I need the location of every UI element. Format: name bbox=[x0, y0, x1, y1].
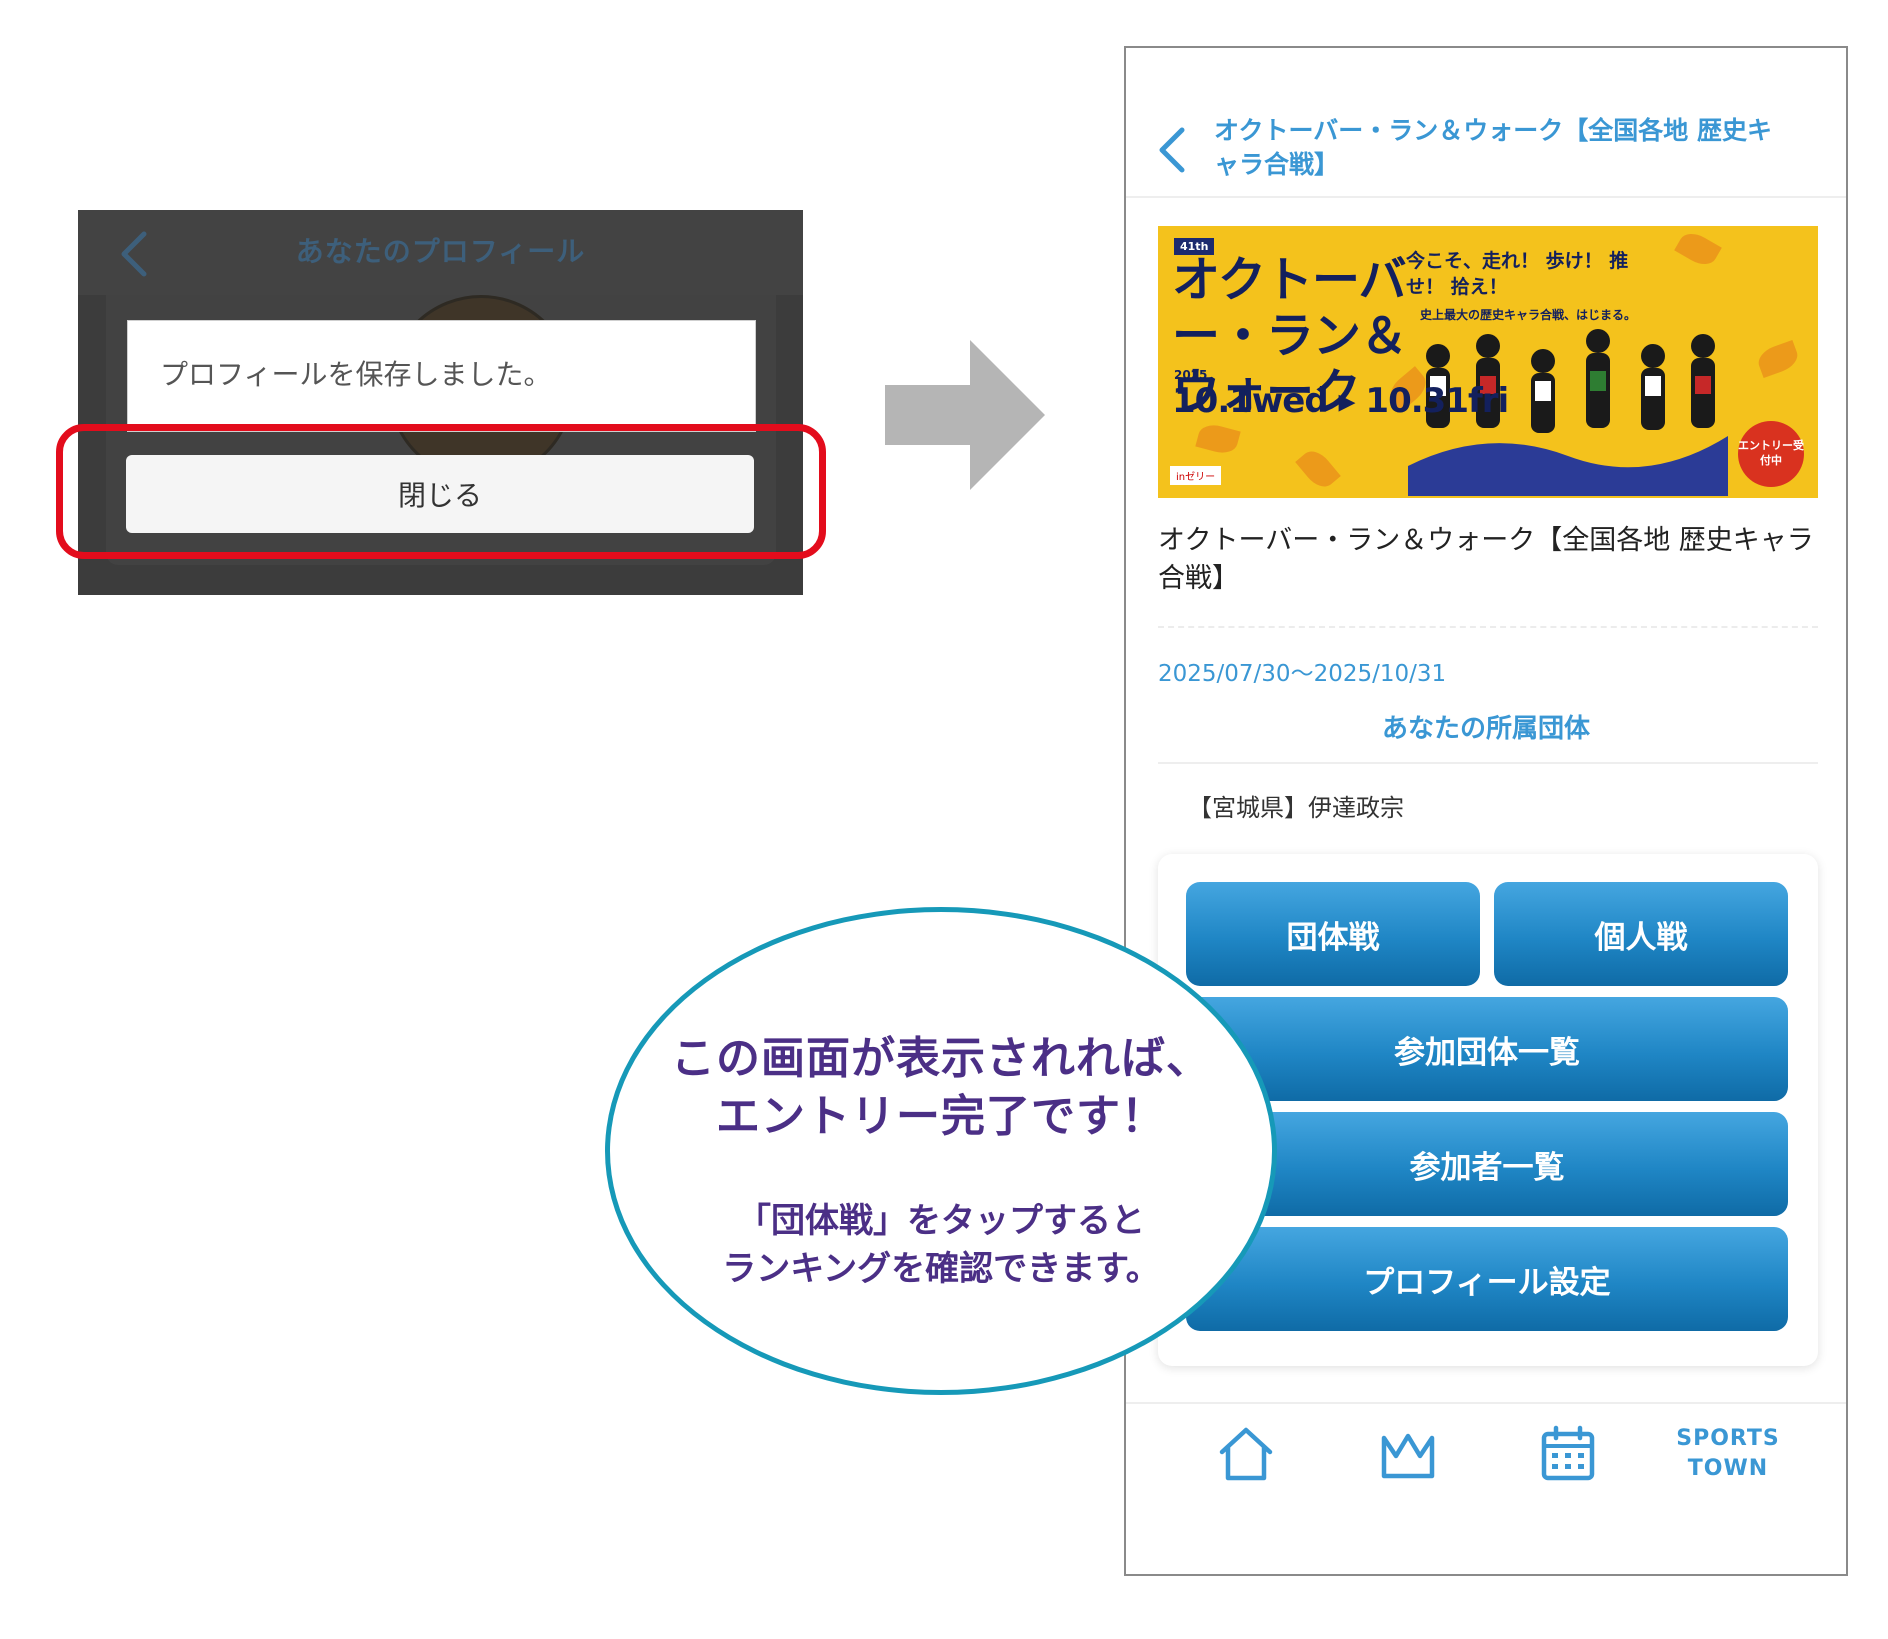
bottom-nav: SPORTS TOWN bbox=[1126, 1402, 1846, 1574]
callout-line-3: 「団体戦」をタップすると bbox=[737, 1201, 1145, 1241]
saved-message: プロフィールを保存しました。 bbox=[160, 358, 552, 391]
event-dates: 2025/07/30〜2025/10/31 bbox=[1158, 661, 1447, 687]
sponsor-logo: inゼリー bbox=[1170, 466, 1222, 485]
team-list-button[interactable]: 参加団体一覧 bbox=[1186, 997, 1788, 1101]
divider bbox=[1158, 762, 1818, 764]
group-heading: あなたの所属団体 bbox=[1381, 714, 1590, 744]
brand-line-2: TOWN bbox=[1687, 1456, 1769, 1481]
callout-bubble: この画面が表示されれば、 エントリー完了です！ 「団体戦」をタップすると ランキ… bbox=[605, 907, 1277, 1395]
event-banner: 41th オクトーバー・ラン＆ウォーク 今こそ、走れ！ 歩け！ 推せ！ 拾え！ … bbox=[1158, 226, 1818, 498]
callout-line-2: エントリー完了です！ bbox=[716, 1091, 1166, 1142]
profile-settings-button[interactable]: プロフィール設定 bbox=[1186, 1227, 1788, 1331]
dim-page-title: あなたのプロフィール bbox=[295, 235, 586, 268]
callout-note: 「団体戦」をタップすると ランキングを確認できます。 bbox=[610, 1197, 1272, 1293]
calendar-icon[interactable] bbox=[1536, 1422, 1600, 1486]
banner-subcopy: 史上最大の歴史キャラ合戦、はじまる。 bbox=[1420, 308, 1637, 322]
close-button[interactable]: 閉じる bbox=[126, 455, 754, 533]
dim-app-header: あなたのプロフィール bbox=[78, 210, 803, 295]
message-box: プロフィールを保存しました。 bbox=[127, 320, 756, 432]
banner-catchcopy: 今こそ、走れ！ 歩け！ 推せ！ 拾え！ bbox=[1406, 250, 1629, 298]
banner-year: 2025 bbox=[1174, 368, 1208, 382]
banner-dates: 10.1wed ▸ 10.31fri bbox=[1172, 381, 1509, 421]
group-name: 【宮城県】伊達政宗 bbox=[1188, 794, 1404, 822]
callout-line-4: ランキングを確認できます。 bbox=[722, 1249, 1160, 1289]
callout-headline: この画面が表示されれば、 エントリー完了です！ bbox=[610, 1030, 1272, 1146]
app-header: オクトーバー・ラン＆ウォーク【全国各地 歴史キャラ合戦】 bbox=[1126, 48, 1846, 198]
divider bbox=[1158, 626, 1818, 628]
profile-saved-dialog-screenshot: あなたのプロフィール プロフィールを保存しました。 閉じる bbox=[78, 210, 803, 595]
home-icon[interactable] bbox=[1214, 1422, 1278, 1486]
callout-line-1: この画面が表示されれば、 bbox=[671, 1033, 1211, 1084]
back-chevron-icon[interactable] bbox=[1154, 126, 1190, 174]
event-title: オクトーバー・ラン＆ウォーク【全国各地 歴史キャラ合戦】 bbox=[1158, 525, 1814, 594]
sports-town-logo[interactable]: SPORTS TOWN bbox=[1668, 1424, 1788, 1484]
crown-icon[interactable] bbox=[1376, 1422, 1440, 1486]
team-battle-button[interactable]: 団体戦 bbox=[1186, 882, 1480, 986]
brand-line-1: SPORTS bbox=[1676, 1426, 1780, 1451]
entry-open-badge: エントリー受付中 bbox=[1738, 421, 1804, 487]
event-detail-screen: オクトーバー・ラン＆ウォーク【全国各地 歴史キャラ合戦】 41th オクトーバー… bbox=[1124, 46, 1848, 1576]
individual-battle-button[interactable]: 個人戦 bbox=[1494, 882, 1788, 986]
header-title: オクトーバー・ラン＆ウォーク【全国各地 歴史キャラ合戦】 bbox=[1214, 116, 1772, 179]
right-arrow-icon bbox=[885, 340, 1045, 490]
